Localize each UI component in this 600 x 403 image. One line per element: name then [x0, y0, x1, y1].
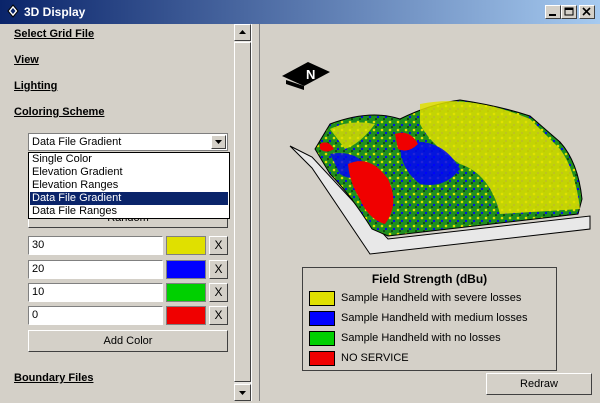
scroll-thumb[interactable] — [234, 42, 251, 382]
north-compass-icon: N — [282, 62, 330, 90]
legend-swatch — [309, 291, 335, 306]
window-title: 3D Display — [24, 5, 86, 19]
compass-label: N — [306, 67, 315, 82]
legend-label: NO SERVICE — [341, 352, 409, 364]
section-select-grid-file[interactable]: Select Grid File — [14, 28, 94, 40]
section-boundary-files[interactable]: Boundary Files — [14, 372, 93, 384]
arrow-down-icon — [239, 391, 246, 395]
section-view[interactable]: View — [14, 54, 39, 66]
legend-label: Sample Handheld with severe losses — [341, 292, 522, 304]
dropdown-option-elevation-ranges[interactable]: Elevation Ranges — [30, 179, 228, 192]
dropdown-option-elevation-gradient[interactable]: Elevation Gradient — [30, 166, 228, 179]
section-lighting[interactable]: Lighting — [14, 80, 57, 92]
range-value-input[interactable]: 30 — [28, 236, 163, 255]
maximize-icon — [564, 7, 574, 16]
range-color-swatch[interactable] — [166, 236, 206, 255]
scroll-down-button[interactable] — [234, 384, 251, 401]
maximize-button[interactable] — [561, 5, 577, 19]
minimize-button[interactable] — [545, 5, 561, 19]
arrow-up-icon — [239, 30, 246, 34]
range-color-swatch[interactable] — [166, 306, 206, 325]
coloring-scheme-selected: Data File Gradient — [32, 136, 122, 148]
close-button[interactable] — [579, 5, 595, 19]
dropdown-option-data-file-gradient[interactable]: Data File Gradient — [30, 192, 228, 205]
remove-range-button[interactable]: X — [209, 283, 228, 302]
legend-swatch — [309, 311, 335, 326]
legend-title: Field Strength (dBu) — [371, 272, 488, 286]
title-bar[interactable]: 3D Display — [0, 0, 600, 24]
dropdown-option-data-file-ranges[interactable]: Data File Ranges — [30, 205, 228, 218]
viewport-hscroll[interactable] — [260, 372, 486, 381]
coloring-scheme-dropdown-list: Single Color Elevation Gradient Elevatio… — [28, 152, 230, 219]
section-coloring-scheme[interactable]: Coloring Scheme — [14, 106, 104, 118]
add-color-button[interactable]: Add Color — [28, 330, 228, 352]
range-color-swatch[interactable] — [166, 283, 206, 302]
settings-scrollbar[interactable] — [234, 24, 251, 401]
dropdown-button[interactable] — [211, 135, 226, 149]
pane-splitter[interactable] — [251, 24, 260, 401]
dropdown-option-single-color[interactable]: Single Color — [30, 153, 228, 166]
remove-range-button[interactable]: X — [209, 260, 228, 279]
remove-range-button[interactable]: X — [209, 306, 228, 325]
range-value-input[interactable]: 0 — [28, 306, 163, 325]
legend-swatch — [309, 331, 335, 346]
legend-swatch — [309, 351, 335, 366]
legend-label: Sample Handheld with no losses — [341, 332, 501, 344]
range-color-swatch[interactable] — [166, 260, 206, 279]
3d-display-window: 3D Display Select Grid File View Lightin… — [0, 0, 600, 401]
range-value-input[interactable]: 20 — [28, 260, 163, 279]
chevron-down-icon — [215, 140, 222, 144]
scroll-up-button[interactable] — [234, 24, 251, 41]
app-icon — [7, 4, 19, 18]
legend-label: Sample Handheld with medium losses — [341, 312, 528, 324]
minimize-icon — [549, 14, 556, 16]
redraw-button[interactable]: Redraw — [486, 373, 592, 395]
remove-range-button[interactable]: X — [209, 236, 228, 255]
coloring-scheme-select[interactable]: Data File Gradient — [28, 133, 228, 151]
field-strength-legend: Field Strength (dBu) Sample Handheld wit… — [302, 267, 557, 371]
close-icon — [582, 7, 591, 16]
range-value-input[interactable]: 10 — [28, 283, 163, 302]
